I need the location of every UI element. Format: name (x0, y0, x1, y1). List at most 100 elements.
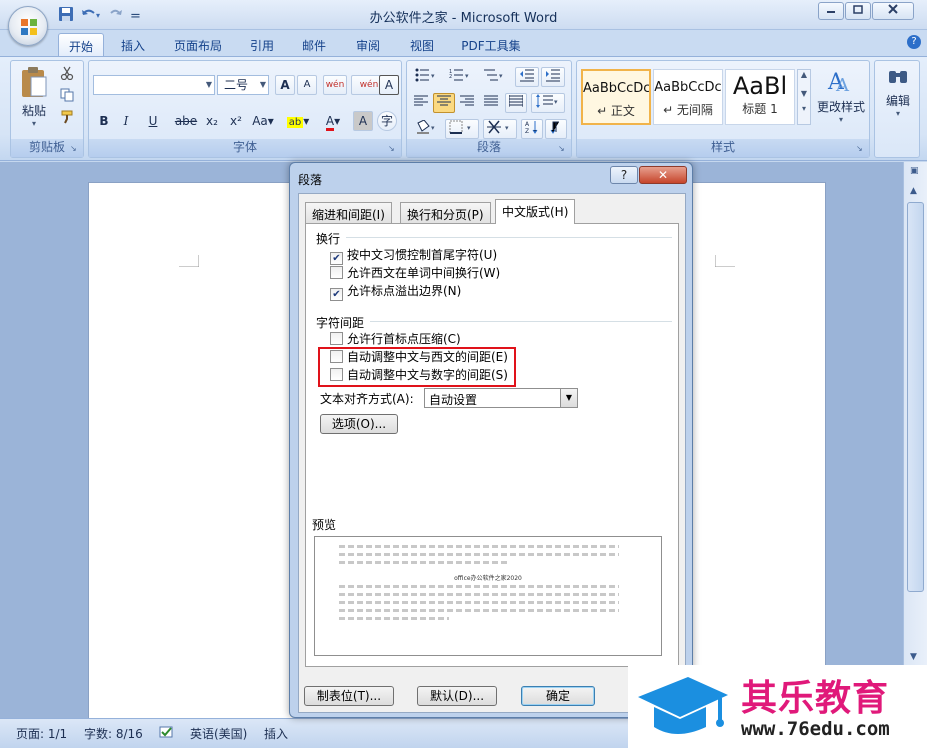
tab-view[interactable]: 视图 (404, 33, 440, 56)
scroll-up-icon[interactable]: ▲ (910, 186, 917, 196)
styles-scroll[interactable]: ▲ ▼ ▾ (797, 69, 811, 125)
clipboard-launcher-icon[interactable]: ↘ (70, 144, 80, 154)
sort-icon[interactable]: AZ (521, 119, 543, 139)
paragraph-group-label: 段落 (407, 139, 571, 157)
dialog-help-button[interactable]: ? (610, 166, 638, 184)
change-styles-button[interactable]: A A 更改样式 ▾ (815, 65, 867, 135)
format-painter-icon[interactable] (57, 109, 77, 129)
font-launcher-icon[interactable]: ↘ (388, 144, 398, 154)
checkbox-box[interactable]: ✔ (330, 288, 343, 301)
font-color-button[interactable]: A▾ (317, 111, 349, 131)
close-button[interactable] (872, 2, 914, 20)
cut-icon[interactable] (57, 65, 77, 85)
more-styles-icon[interactable]: ▾ (798, 104, 810, 113)
numbering-icon[interactable]: 1 2 ▾ (445, 67, 475, 87)
tab-indent-spacing[interactable]: 缩进和间距(I) (305, 202, 392, 223)
align-left-icon[interactable] (411, 93, 431, 113)
tab-home[interactable]: 开始 (58, 33, 104, 56)
office-button[interactable] (8, 6, 48, 46)
tab-line-page-breaks[interactable]: 换行和分页(P) (400, 202, 491, 223)
styles-launcher-icon[interactable]: ↘ (856, 144, 866, 154)
style-no-spacing[interactable]: AaBbCcDc ↵ 无间隔 (653, 69, 723, 125)
style-heading-1[interactable]: AaBl 标题 1 (725, 69, 795, 125)
style-normal[interactable]: AaBbCcDc ↵ 正文 (581, 69, 651, 125)
char-shading-button[interactable]: A (353, 111, 373, 131)
checkbox-word-wrap[interactable]: 允许西文在单词中间换行(W) (330, 266, 500, 282)
insert-mode[interactable]: 插入 (264, 725, 288, 742)
ok-button[interactable]: 确定 (521, 686, 595, 706)
distributed-icon[interactable] (505, 93, 527, 113)
word-count[interactable]: 字数: 8/16 (84, 725, 143, 742)
multilevel-list-icon[interactable]: ▾ (479, 67, 509, 87)
watermark-url: www.76edu.com (741, 718, 890, 740)
red-highlight-box (318, 347, 516, 387)
chinese-layout-icon[interactable]: ▾ (483, 119, 517, 139)
vertical-scrollbar[interactable]: ▣ ▲ ▼ (903, 162, 927, 718)
paste-button[interactable]: 粘贴 ▾ (17, 65, 51, 131)
page-count[interactable]: 页面: 1/1 (16, 725, 67, 742)
scrollbar-thumb[interactable] (907, 202, 924, 592)
dialog-close-button[interactable]: ✕ (639, 166, 687, 184)
paste-label: 粘贴 (21, 104, 46, 118)
set-default-button[interactable]: 默认(D)... (417, 686, 497, 706)
minimize-button[interactable] (818, 2, 844, 20)
bullets-icon[interactable]: ▾ (411, 67, 441, 87)
ribbon: 粘贴 ▾ 剪贴板 ↘ ▼ 二号 ▼ A A wén wén A B I U ab… (0, 56, 927, 161)
tab-pdf-tools[interactable]: PDF工具集 (456, 33, 526, 56)
language-indicator[interactable]: 英语(美国) (190, 725, 247, 742)
restore-button[interactable] (845, 2, 871, 20)
justify-icon[interactable] (481, 93, 501, 113)
font-group-label: 字体 (89, 139, 401, 157)
clear-format-button[interactable]: wén (323, 75, 347, 95)
copy-icon[interactable] (57, 87, 77, 107)
tab-page-layout[interactable]: 页面布局 (168, 33, 228, 56)
checkbox-first-last-char[interactable]: ✔ 按中文习惯控制首尾字符(U) (330, 248, 497, 265)
show-marks-icon[interactable] (545, 119, 567, 139)
checkbox-hanging-punct[interactable]: ✔ 允许标点溢出边界(N) (330, 284, 461, 301)
change-case-button[interactable]: Aa▾ (249, 111, 277, 131)
checkbox-box[interactable]: ✔ (330, 252, 343, 265)
tab-mailings[interactable]: 邮件 (296, 33, 332, 56)
help-icon[interactable]: ? (907, 35, 921, 49)
ruler-toggle-icon[interactable]: ▣ (910, 166, 919, 176)
shading-icon[interactable]: ▾ (411, 119, 441, 139)
paragraph-dialog: 段落 ? ✕ 缩进和间距(I) 换行和分页(P) 中文版式(H) 换行 ✔ 按中文… (289, 162, 693, 718)
shrink-font-button[interactable]: A (297, 75, 317, 95)
chevron-down-icon[interactable]: ▼ (798, 89, 810, 98)
tabs-button[interactable]: 制表位(T)... (304, 686, 394, 706)
font-name-combo[interactable]: ▼ (93, 75, 215, 95)
checkbox-compress-punct[interactable]: 允许行首标点压缩(C) (330, 332, 461, 348)
underline-button[interactable]: U (139, 111, 167, 131)
font-size-combo[interactable]: 二号 ▼ (217, 75, 269, 95)
bold-button[interactable]: B (95, 111, 113, 131)
tab-asian-typography[interactable]: 中文版式(H) (495, 199, 576, 224)
strikethrough-button[interactable]: abe (173, 111, 199, 131)
line-spacing-icon[interactable]: ▾ (531, 93, 565, 113)
checkbox-box[interactable] (330, 266, 343, 279)
tab-insert[interactable]: 插入 (114, 33, 152, 56)
char-border-button[interactable]: A (379, 75, 399, 95)
scroll-down-icon[interactable]: ▼ (910, 652, 917, 662)
decrease-indent-icon[interactable] (515, 67, 539, 87)
italic-button[interactable]: I (117, 111, 135, 131)
grow-font-button[interactable]: A (275, 75, 295, 95)
asian-typography-panel: 换行 ✔ 按中文习惯控制首尾字符(U) 允许西文在单词中间换行(W) ✔ 允许标点溢… (305, 223, 679, 667)
chevron-up-icon[interactable]: ▲ (798, 70, 810, 79)
align-right-icon[interactable] (457, 93, 477, 113)
increase-indent-icon[interactable] (541, 67, 565, 87)
checkbox-box[interactable] (330, 332, 343, 345)
highlight-button[interactable]: ab ▾ (281, 111, 315, 131)
superscript-button[interactable]: x² (225, 111, 247, 131)
enclose-char-button[interactable]: 字 (377, 111, 397, 131)
text-align-select[interactable]: 自动设置 ▼ (424, 388, 578, 408)
editing-button[interactable]: 编辑 ▾ (879, 65, 917, 135)
options-button[interactable]: 选项(O)... (320, 414, 398, 434)
proofing-icon[interactable] (158, 725, 176, 742)
subscript-button[interactable]: x₂ (201, 111, 223, 131)
tab-review[interactable]: 审阅 (350, 33, 386, 56)
paragraph-launcher-icon[interactable]: ↘ (558, 144, 568, 154)
chevron-down-icon[interactable]: ▼ (560, 389, 577, 407)
tab-references[interactable]: 引用 (244, 33, 280, 56)
borders-icon[interactable]: ▾ (445, 119, 479, 139)
align-center-icon[interactable] (433, 93, 455, 113)
